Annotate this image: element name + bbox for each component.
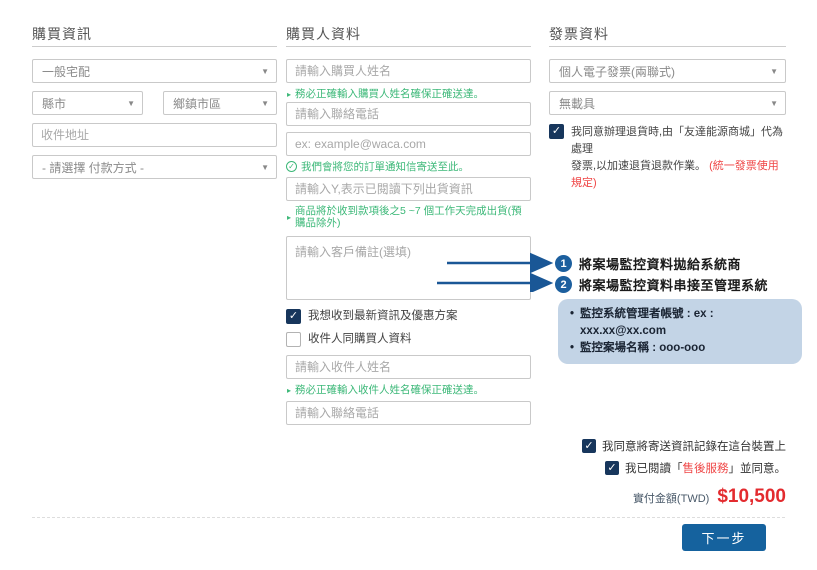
check-icon: ✓ [607,463,616,474]
checkout-page: 購買資訊 一般宅配 ▼ 縣市 ▼ 鄉鎮市區 ▼ - 請選擇 付款方式 - ▼ 購… [0,0,817,570]
invoice-type-select[interactable]: 個人電子發票(兩聯式) ▼ [549,59,786,83]
recipient-name-input[interactable] [286,355,531,379]
newsletter-label: 我想收到最新資訊及優惠方案 [308,309,458,324]
total-price-label: 實付金額(TWD) [633,490,709,506]
return-agree-text: 我同意辦理退貨時,由「友達能源商城」代為處理 發票,以加速退貨退款作業。 (統一… [571,124,786,192]
invoice-info-title: 發票資料 [549,24,609,44]
buyer-email-input[interactable] [286,132,531,156]
purchase-info-section: 購買資訊 一般宅配 ▼ 縣市 ▼ 鄉鎮市區 ▼ - 請選擇 付款方式 - ▼ [32,0,277,570]
device-record-checkbox[interactable]: ✓ [582,439,596,453]
buyer-name-note: ▸ 務必正確輸入購買人姓名確保正確送達。 [286,88,531,101]
county-select[interactable]: 縣市 ▼ [32,91,143,115]
bubble-line-2: • 監控案場名稱 : ooo-ooo [570,340,790,357]
check-icon: ✓ [552,126,561,137]
total-price-row: 實付金額(TWD) $10,500 [633,486,786,508]
return-agree-checkbox[interactable]: ✓ [549,124,564,139]
bullet-icon: • [570,306,574,340]
district-value: 鄉鎮市區 [173,95,221,112]
dotted-divider [32,517,785,518]
chevron-down-icon: ▼ [770,99,778,108]
bullet-icon: • [570,340,574,357]
same-as-buyer-checkbox-row[interactable]: ✓ 收件人同購買人資料 [286,332,412,347]
carrier-select[interactable]: 無載具 ▼ [549,91,786,115]
return-agree-row[interactable]: ✓ 我同意辦理退貨時,由「友達能源商城」代為處理 發票,以加速退貨退款作業。 (… [549,124,786,192]
annotation-item-2: 2 將案場監控資料串接至管理系統 [555,275,768,294]
chevron-down-icon: ▼ [127,99,135,108]
circle-check-icon: ✓ [286,161,297,172]
terms-agree-checkbox[interactable]: ✓ [605,461,619,475]
total-price-value: $10,500 [717,486,786,508]
newsletter-checkbox-row[interactable]: ✓ 我想收到最新資訊及優惠方案 [286,309,458,324]
buyer-email-note: ✓ 我們會將您的訂單通知信寄送至此。 [286,161,531,173]
terms-agree-row[interactable]: ✓ 我已閱讀「售後服務」並同意。 [605,460,786,476]
next-step-button[interactable]: 下一步 [682,524,766,551]
payment-method-value: - 請選擇 付款方式 - [42,159,144,176]
device-record-label: 我同意將寄送資訊記錄在這台裝置上 [602,438,786,454]
triangle-marker-icon: ▸ [287,89,291,101]
payment-method-select[interactable]: - 請選擇 付款方式 - ▼ [32,155,277,179]
chevron-down-icon: ▼ [261,99,269,108]
recipient-name-note: ▸ 務必正確輸入收件人姓名確保正確送達。 [286,384,531,397]
device-record-row[interactable]: ✓ 我同意將寄送資訊記錄在這台裝置上 [582,438,786,454]
number-circle-1-icon: 1 [555,255,572,272]
triangle-marker-icon: ▸ [287,212,291,229]
shipping-method-value: 一般宅配 [42,63,90,80]
address-input[interactable] [32,123,277,147]
purchase-info-title: 購買資訊 [32,24,92,44]
district-select[interactable]: 鄉鎮市區 ▼ [163,91,277,115]
bubble-line-1: • 監控系統管理者帳號 : ex : xxx.xx@xx.com [570,306,790,340]
number-circle-2-icon: 2 [555,276,572,293]
buyer-info-title: 購買人資料 [286,24,361,44]
annotation-item-1: 1 將案場監控資料拋給系統商 [555,254,741,273]
terms-agree-label: 我已閱讀「售後服務」並同意。 [625,460,786,476]
annotation-1-text: 將案場監控資料拋給系統商 [579,254,741,273]
after-sales-service-link[interactable]: 售後服務 [683,463,729,475]
same-as-buyer-label: 收件人同購買人資料 [308,332,412,347]
newsletter-checkbox[interactable]: ✓ [286,309,301,324]
annotation-2-text: 將案場監控資料串接至管理系統 [579,275,768,294]
chevron-down-icon: ▼ [261,163,269,172]
divider [286,46,531,47]
annotation-arrows-icon [430,248,560,292]
triangle-marker-icon: ▸ [287,385,291,397]
chevron-down-icon: ▼ [261,67,269,76]
divider [32,46,277,47]
buyer-name-input[interactable] [286,59,531,83]
invoice-type-value: 個人電子發票(兩聯式) [559,63,675,80]
check-icon: ✓ [289,311,298,322]
county-value: 縣市 [42,95,66,112]
buyer-phone-input[interactable] [286,102,531,126]
divider [549,46,786,47]
same-as-buyer-checkbox[interactable]: ✓ [286,332,301,347]
chevron-down-icon: ▼ [770,67,778,76]
shipping-time-note: ▸ 商品將於收到款項後之5 ~7 個工作天完成出貨(預購品除外) [286,205,531,229]
shipping-method-select[interactable]: 一般宅配 ▼ [32,59,277,83]
carrier-value: 無載具 [559,95,595,112]
recipient-phone-input[interactable] [286,401,531,425]
check-icon: ✓ [584,441,593,452]
read-confirm-input[interactable] [286,177,531,201]
annotation-bubble: • 監控系統管理者帳號 : ex : xxx.xx@xx.com • 監控案場名… [558,299,802,364]
